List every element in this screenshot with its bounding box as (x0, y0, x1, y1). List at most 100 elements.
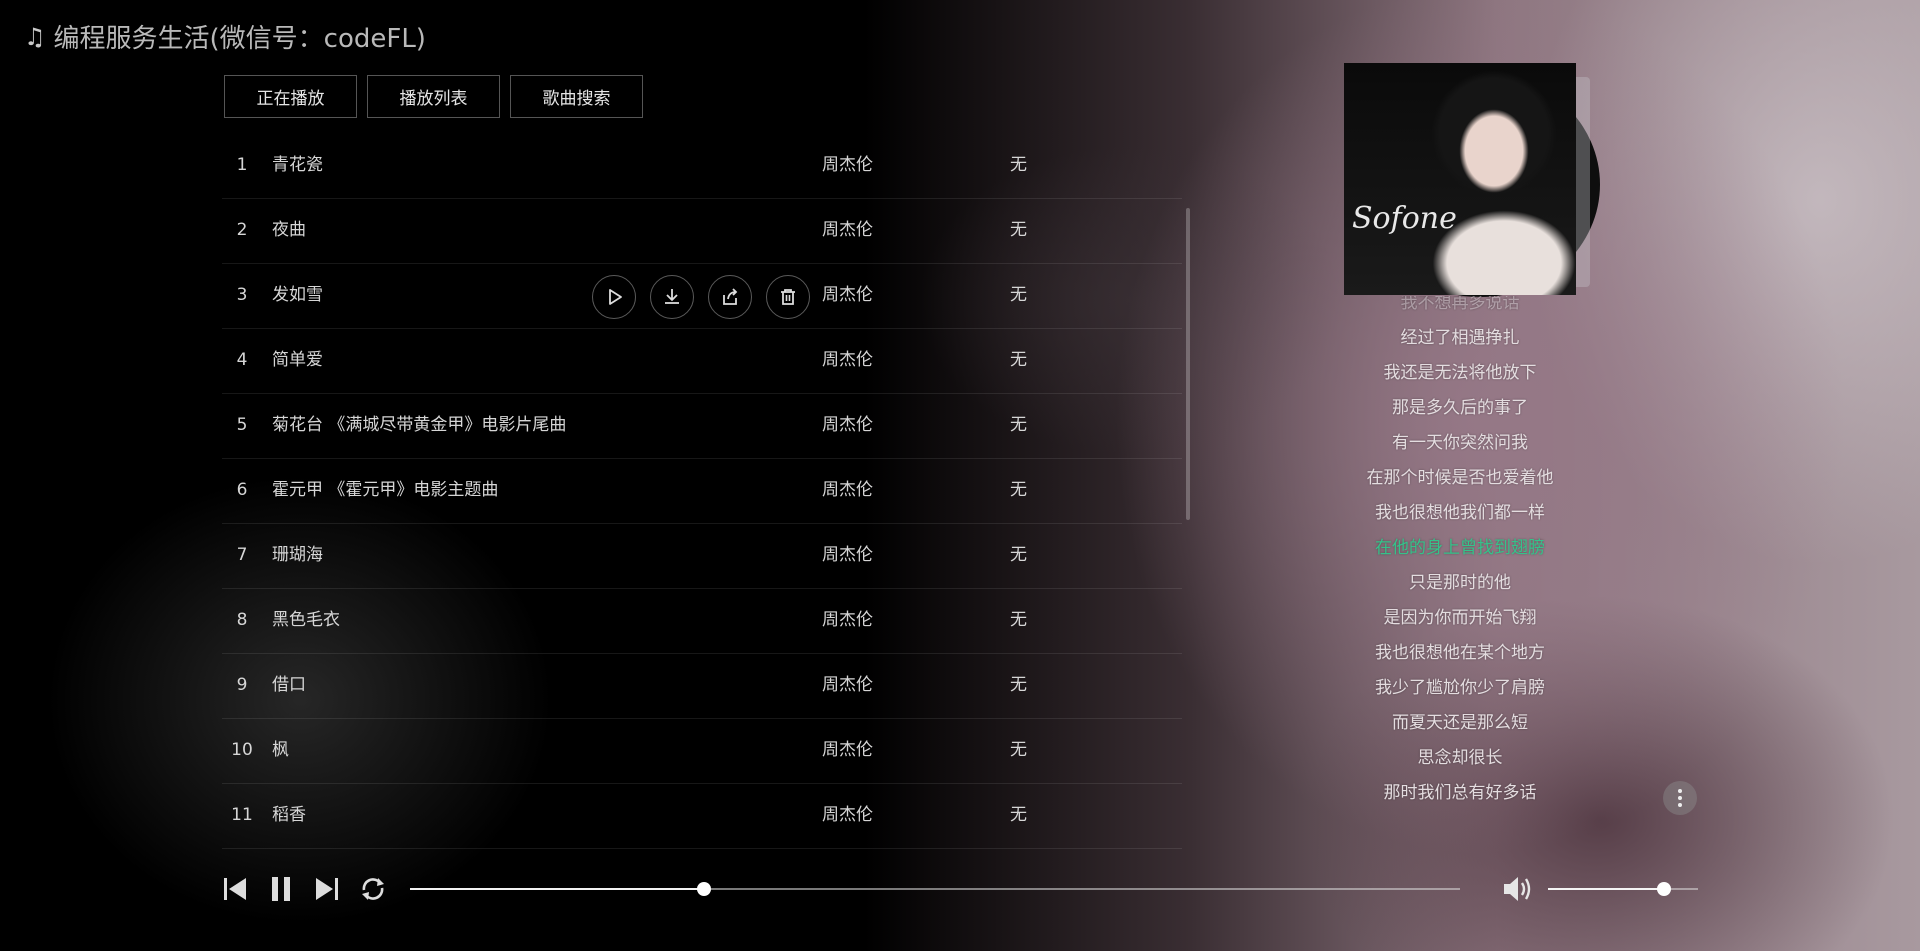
song-album: 无 (1010, 805, 1027, 825)
lyric-line: 而夏天还是那么短 (1392, 713, 1528, 733)
row-actions (592, 275, 810, 319)
song-row[interactable]: 6 霍元甲 《霍元甲》电影主题曲 周杰伦 无 (222, 459, 1182, 524)
download-button[interactable] (650, 275, 694, 319)
volume-handle[interactable] (1656, 882, 1671, 896)
song-title: 借口 (272, 675, 306, 695)
more-dot (1678, 796, 1682, 800)
previous-icon (224, 878, 246, 900)
song-album: 无 (1010, 155, 1027, 175)
song-row[interactable]: 4 简单爱 周杰伦 无 (222, 329, 1182, 394)
song-album: 无 (1010, 610, 1027, 630)
lyric-line: 经过了相遇挣扎 (1400, 328, 1520, 348)
tab-bar: 正在播放 播放列表 歌曲搜索 (224, 75, 643, 118)
delete-icon (781, 289, 795, 305)
next-button[interactable] (312, 872, 342, 906)
song-artist: 周杰伦 (822, 740, 873, 760)
pause-button[interactable] (266, 872, 296, 906)
album-cover: Sofone (1344, 63, 1576, 295)
song-artist: 周杰伦 (822, 220, 873, 240)
song-title: 夜曲 (272, 220, 306, 240)
song-album: 无 (1010, 545, 1027, 565)
song-artist: 周杰伦 (822, 675, 873, 695)
tab-now-playing[interactable]: 正在播放 (224, 75, 357, 118)
lyric-line: 我也很想他在某个地方 (1375, 643, 1545, 663)
song-album: 无 (1010, 740, 1027, 760)
song-list: 1 青花瓷 周杰伦无 2 夜曲 周杰伦无 3 发如雪 周杰伦无 4 简单爱 周杰伦无 5 菊花台 《满城尽… (222, 134, 1182, 849)
song-title: 稻香 (272, 805, 306, 825)
next-icon (316, 878, 338, 900)
lyric-line: 我不想再多说话 (1400, 296, 1520, 313)
playback-controls (220, 872, 388, 906)
song-index: 10 (231, 740, 253, 760)
volume-fill (1548, 888, 1664, 890)
delete-button[interactable] (766, 275, 810, 319)
song-index: 5 (236, 415, 248, 435)
song-row[interactable]: 3 发如雪 周杰伦 无 (222, 264, 1182, 329)
volume-slider[interactable] (1548, 882, 1698, 896)
song-index: 6 (236, 480, 248, 500)
song-artist: 周杰伦 (822, 415, 873, 435)
lyric-line: 我还是无法将他放下 (1383, 363, 1537, 383)
more-dot (1678, 803, 1682, 807)
song-index: 11 (231, 805, 253, 825)
song-album: 无 (1010, 480, 1027, 500)
lyric-line: 只是那时的他 (1409, 573, 1511, 593)
song-list-scrollbar[interactable] (1186, 208, 1190, 520)
song-title: 霍元甲 《霍元甲》电影主题曲 (272, 480, 499, 500)
lyric-line: 那是多久后的事了 (1392, 398, 1528, 418)
song-album: 无 (1010, 285, 1027, 305)
song-artist: 周杰伦 (822, 350, 873, 370)
lyric-line: 我少了尴尬你少了肩膀 (1375, 678, 1545, 698)
song-index: 4 (236, 350, 248, 370)
song-album: 无 (1010, 675, 1027, 695)
song-title: 珊瑚海 (272, 545, 323, 565)
song-title: 菊花台 《满城尽带黄金甲》电影片尾曲 (272, 415, 567, 435)
progress-bar[interactable] (410, 882, 1460, 896)
song-artist: 周杰伦 (822, 545, 873, 565)
download-icon (665, 289, 679, 304)
song-row[interactable]: 8 黑色毛衣 周杰伦 无 (222, 589, 1182, 654)
progress-fill (410, 888, 704, 890)
song-artist: 周杰伦 (822, 480, 873, 500)
song-artist: 周杰伦 (822, 155, 873, 175)
more-dot (1678, 789, 1682, 793)
song-row[interactable]: 11 稻香 周杰伦 无 (222, 784, 1182, 849)
progress-handle[interactable] (697, 882, 711, 896)
lyric-line-active: 在他的身上曾找到翅膀 (1375, 538, 1545, 558)
song-row[interactable]: 7 珊瑚海 周杰伦 无 (222, 524, 1182, 589)
song-title: 简单爱 (272, 350, 323, 370)
share-button[interactable] (708, 275, 752, 319)
song-artist: 周杰伦 (822, 285, 873, 305)
lyric-line: 那时我们总有好多话 (1383, 783, 1537, 803)
volume-button[interactable] (1500, 872, 1534, 906)
song-index: 3 (236, 285, 248, 305)
previous-button[interactable] (220, 872, 250, 906)
pause-icon (272, 877, 290, 901)
loop-icon (362, 878, 384, 900)
lyric-line: 是因为你而开始飞翔 (1383, 608, 1537, 628)
song-album: 无 (1010, 220, 1027, 240)
music-note-icon: ♫ (24, 22, 46, 51)
song-index: 8 (236, 610, 248, 630)
app-title: ♫ 编程服务生活(微信号：codeFL) (24, 18, 426, 55)
loop-button[interactable] (358, 872, 388, 906)
song-row[interactable]: 10 枫 周杰伦 无 (222, 719, 1182, 784)
song-row[interactable]: 5 菊花台 《满城尽带黄金甲》电影片尾曲 周杰伦 无 (222, 394, 1182, 459)
tab-playlist[interactable]: 播放列表 (367, 75, 500, 118)
volume-icon (1504, 877, 1531, 901)
lyrics-panel: 我不想再多说话 经过了相遇挣扎 我还是无法将他放下 那是多久后的事了 有一天你突然问我在… (1310, 296, 1610, 816)
song-title: 发如雪 (272, 285, 323, 305)
song-index: 2 (236, 220, 248, 240)
song-title: 枫 (272, 740, 289, 760)
song-album: 无 (1010, 350, 1027, 370)
lyric-line: 我也很想他我们都一样 (1375, 503, 1545, 523)
more-options-button[interactable] (1663, 781, 1697, 815)
song-row[interactable]: 9 借口 周杰伦 无 (222, 654, 1182, 719)
song-row[interactable]: 2 夜曲 周杰伦 无 (222, 199, 1182, 264)
song-artist: 周杰伦 (822, 805, 873, 825)
tab-song-search[interactable]: 歌曲搜索 (510, 75, 643, 118)
song-index: 7 (236, 545, 248, 565)
lyric-line: 在那个时候是否也爱着他 (1366, 468, 1554, 488)
song-row[interactable]: 1 青花瓷 周杰伦 无 (222, 134, 1182, 199)
play-button[interactable] (592, 275, 636, 319)
